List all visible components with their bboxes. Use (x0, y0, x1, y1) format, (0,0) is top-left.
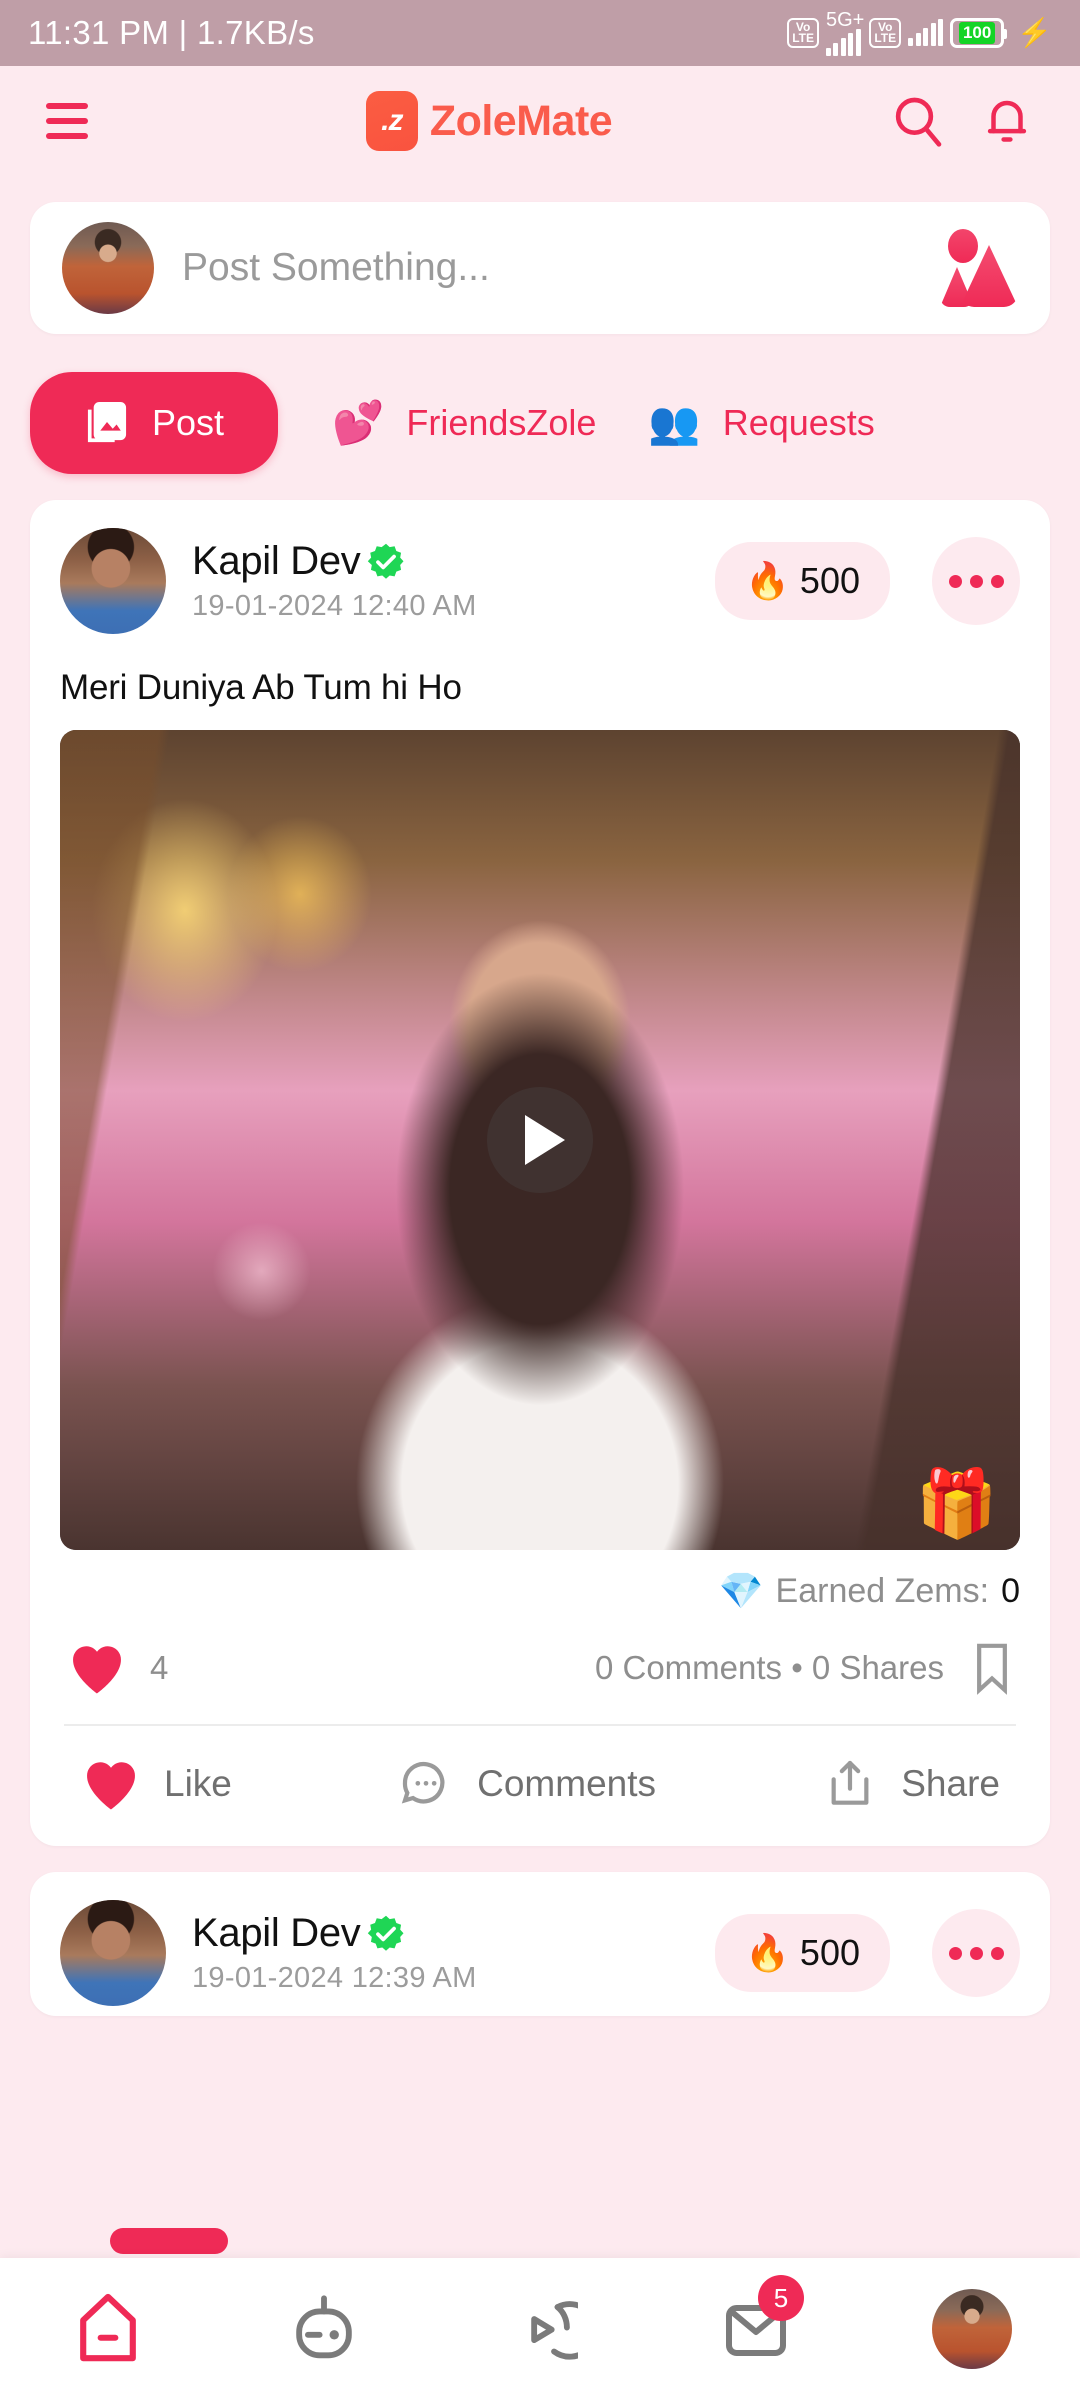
post-actions: Like Comments Share (60, 1726, 1020, 1816)
home-icon (80, 2293, 136, 2362)
post-composer[interactable]: Post Something... (30, 202, 1050, 334)
tab-friendszole-label: FriendsZole (406, 402, 597, 443)
brand-name-label: ZoleMate (429, 96, 613, 145)
nav-item-games[interactable] (264, 2269, 384, 2389)
header-actions (890, 93, 1034, 149)
comments-button-label: Comments (477, 1763, 657, 1804)
post-header: Kapil Dev 19-01-2024 12:39 AM 🔥 500 (60, 1900, 1020, 2006)
post-card: Kapil Dev 19-01-2024 12:40 AM 🔥 500 Meri… (30, 500, 1050, 1846)
flame-count-label: 500 (799, 560, 860, 601)
signal-bars-sim2-icon (908, 19, 944, 46)
bookmark-icon[interactable] (970, 1640, 1014, 1696)
volte-sim2-icon: Vo LTE (869, 18, 902, 48)
flame-count-label: 500 (799, 1932, 860, 1973)
people-icon: 👥 (648, 399, 701, 446)
network-5g-group: 5G+ (825, 9, 865, 56)
nav-item-reels[interactable] (480, 2269, 600, 2389)
tab-requests-label: Requests (722, 402, 875, 443)
post-author-info: Kapil Dev 19-01-2024 12:39 AM (192, 1911, 689, 1995)
battery-icon: 100 (950, 18, 1008, 48)
earned-zems-row: 💎 Earned Zems: 0 (60, 1570, 1020, 1612)
flame-icon: 🔥 (745, 1932, 790, 1973)
brand-logo: .z ZoleMate (365, 91, 613, 151)
post-caption: Meri Duniya Ab Tum hi Ho (60, 668, 462, 707)
flame-score-badge[interactable]: 🔥 500 (715, 542, 890, 620)
nav-item-profile[interactable] (912, 2269, 1032, 2389)
heart-filled-icon (87, 1762, 135, 1810)
diamond-icon: 💎 (718, 1570, 764, 1611)
profile-avatar[interactable] (932, 2289, 1012, 2369)
play-icon[interactable] (487, 1087, 593, 1193)
signal-bars-sim1-icon (825, 29, 861, 56)
verified-badge-icon (365, 541, 407, 583)
share-arrow-icon (831, 1760, 869, 1805)
post-author-info: Kapil Dev 19-01-2024 12:40 AM (192, 539, 689, 623)
like-button[interactable]: Like (80, 1756, 232, 1812)
hearts-icon: 💕 (332, 399, 385, 446)
post-author-avatar[interactable] (60, 528, 166, 634)
current-user-avatar[interactable] (62, 222, 154, 314)
tab-post-label: Post (152, 402, 225, 443)
status-indicators: Vo LTE 5G+ Vo LTE 100 ⚡ (787, 10, 1052, 56)
post-author-avatar[interactable] (60, 1900, 166, 2006)
status-time-speed: 11:31 PM | 1.7KB/s (28, 14, 315, 51)
flame-icon: 🔥 (745, 560, 790, 601)
robot-icon (296, 2295, 352, 2359)
tab-requests[interactable]: 👥 Requests (622, 376, 900, 470)
post-header: Kapil Dev 19-01-2024 12:40 AM 🔥 500 (60, 528, 1020, 634)
post-card: Kapil Dev 19-01-2024 12:39 AM 🔥 500 (30, 1872, 1050, 2016)
more-options-icon[interactable] (932, 1909, 1020, 1997)
post-author-name[interactable]: Kapil Dev (192, 1911, 361, 1956)
verified-badge-icon (365, 1913, 407, 1955)
post-timestamp: 19-01-2024 12:39 AM (192, 1962, 477, 1994)
app-header: .z ZoleMate (0, 66, 1080, 176)
comments-shares-stat: 0 Comments • 0 Shares (595, 1640, 1014, 1696)
home-indicator (110, 2228, 228, 2254)
status-bar: 11:31 PM | 1.7KB/s Vo LTE 5G+ Vo LTE 100 ⚡ (0, 0, 1080, 66)
feed-tabs: Post 💕 FriendsZole 👥 Requests (30, 372, 1050, 474)
battery-percent-label: 100 (958, 22, 996, 44)
messages-badge: 5 (758, 2275, 804, 2321)
bottom-navigation: 5 (0, 2258, 1080, 2400)
like-button-label: Like (164, 1763, 232, 1804)
share-button[interactable]: Share (821, 1756, 1000, 1812)
tab-friendszole[interactable]: 💕 FriendsZole (306, 376, 622, 470)
search-icon[interactable] (890, 93, 946, 149)
post-video[interactable]: 🎁 (60, 730, 1020, 1550)
post-author-name[interactable]: Kapil Dev (192, 539, 361, 584)
comment-bubble-icon (401, 1761, 445, 1804)
post-stats: 4 0 Comments • 0 Shares (60, 1640, 1020, 1696)
flame-score-badge[interactable]: 🔥 500 (715, 1914, 890, 1992)
hamburger-menu-icon[interactable] (46, 103, 88, 139)
post-something-input[interactable]: Post Something... (182, 246, 912, 290)
gallery-icon (87, 402, 127, 443)
comments-shares-label: 0 Comments • 0 Shares (594, 1649, 944, 1686)
comments-button[interactable]: Comments (397, 1756, 656, 1812)
image-person-icon[interactable] (940, 229, 1018, 307)
charging-bolt-icon: ⚡ (1017, 17, 1052, 48)
bell-icon[interactable] (980, 93, 1034, 149)
play-circle-icon (531, 2301, 578, 2360)
earned-zems-label: Earned Zems: (775, 1571, 990, 1610)
gift-icon[interactable]: 🎁 (916, 1470, 998, 1536)
tab-post[interactable]: Post (30, 372, 279, 474)
network-type-label: 5G+ (825, 9, 865, 31)
post-timestamp: 19-01-2024 12:40 AM (192, 590, 477, 622)
nav-item-messages[interactable]: 5 (696, 2269, 816, 2389)
earned-zems-value: 0 (1001, 1571, 1020, 1610)
more-options-icon[interactable] (932, 537, 1020, 625)
share-button-label: Share (901, 1763, 1000, 1804)
volte-sim1-icon: Vo LTE (787, 18, 819, 48)
nav-item-home[interactable] (48, 2269, 168, 2389)
like-stat[interactable]: 4 (66, 1640, 168, 1696)
zolemate-logo-icon: .z (365, 91, 418, 151)
heart-filled-icon (73, 1646, 121, 1694)
like-count-label: 4 (150, 1649, 169, 1686)
